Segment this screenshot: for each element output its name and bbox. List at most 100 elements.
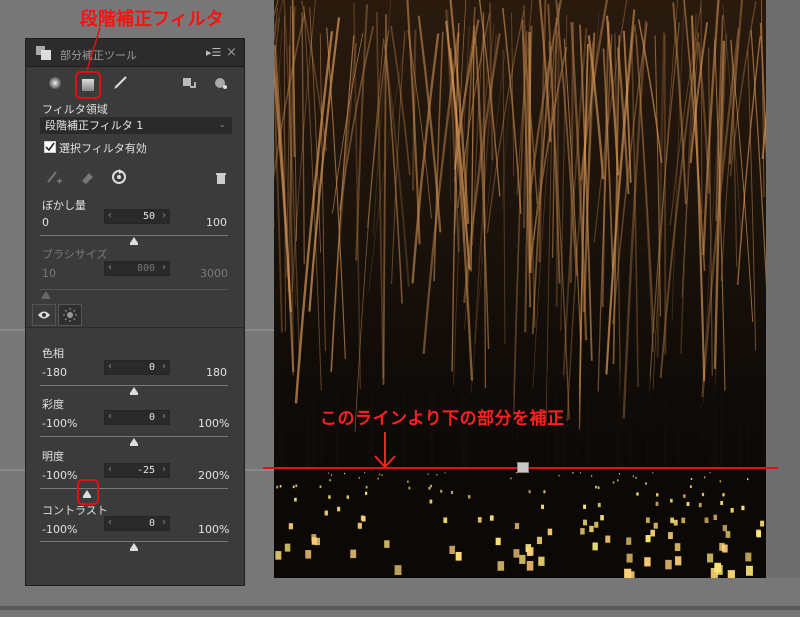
brightness-stepper[interactable]: ‹ -25 › (104, 463, 170, 478)
saturation-slider[interactable] (40, 436, 228, 437)
candle-lantern (730, 508, 734, 513)
candle-lantern (670, 498, 673, 503)
contrast-stepper[interactable]: ‹ 0 › (104, 516, 170, 531)
light-tab-icon[interactable] (58, 304, 82, 326)
reset-icon[interactable] (108, 166, 130, 188)
candle-lantern (645, 482, 647, 485)
firework-streak (375, 11, 385, 379)
contrast-min: -100% (42, 523, 78, 536)
candle-lantern (450, 490, 454, 495)
candle-lantern (528, 490, 531, 494)
trash-icon[interactable] (210, 167, 232, 189)
brush-icon[interactable] (109, 72, 131, 94)
panel-titlebar[interactable]: 部分補正ツール ▸☰ × (26, 39, 244, 67)
brightness-label: 明度 (42, 450, 64, 463)
candle-lantern (279, 484, 282, 488)
candle-lantern (595, 485, 597, 489)
candle-lantern (468, 495, 471, 499)
hue-stepper[interactable]: ‹ 0 › (104, 360, 170, 375)
candle-lantern (288, 523, 293, 530)
undo-icon[interactable] (178, 72, 200, 94)
blur-slider-thumb[interactable] (130, 237, 138, 245)
candle-lantern (583, 504, 587, 509)
saturation-max: 100% (198, 417, 230, 430)
gradient-guide-handle[interactable] (517, 462, 529, 473)
redo-icon[interactable] (210, 72, 232, 94)
candle-lantern (513, 549, 520, 558)
blur-slider[interactable] (40, 235, 228, 236)
photo-canvas[interactable] (274, 0, 766, 578)
candle-lantern (440, 489, 443, 493)
firework-streak (730, 40, 754, 322)
candle-lantern (361, 516, 366, 522)
candle-lantern (594, 521, 599, 528)
hue-slider-thumb[interactable] (130, 387, 138, 395)
candle-lantern (489, 515, 494, 521)
candle-lantern (346, 495, 349, 499)
local-adjustment-panel: 部分補正ツール ▸☰ × フィルタ領域 段階補正フィルタ 1 ⌄ 選択フィルタ有… (25, 38, 245, 586)
candle-lantern (276, 485, 279, 489)
candle-lantern (408, 486, 411, 490)
candle-lantern (319, 485, 322, 488)
hue-slider[interactable] (40, 385, 228, 386)
brightness-max: 200% (198, 469, 230, 482)
brightness-slider[interactable] (40, 488, 228, 489)
saturation-slider-thumb[interactable] (130, 438, 138, 446)
candle-lantern (543, 490, 546, 494)
candle-lantern (727, 570, 735, 578)
candle-lantern (675, 556, 682, 566)
candle-lantern (377, 477, 379, 480)
candle-lantern (350, 549, 357, 559)
candle-lantern (443, 517, 448, 523)
filter-area-select[interactable]: 段階補正フィルタ 1 ⌄ (40, 117, 232, 134)
brush-size-slider-thumb[interactable] (41, 291, 50, 299)
blur-stepper[interactable]: ‹ 50 › (104, 209, 170, 224)
candle-lantern (429, 499, 433, 504)
filter-enable-checkbox[interactable] (44, 141, 56, 153)
firework-streak (700, 0, 703, 215)
panel-menu-icon[interactable]: ▸☰ (206, 46, 221, 59)
candle-lantern (689, 485, 692, 488)
close-icon[interactable]: × (226, 45, 237, 60)
candle-lantern (690, 478, 693, 480)
candle-lantern (714, 562, 721, 573)
candle-lantern (379, 473, 381, 476)
candle-lantern (725, 531, 731, 538)
candle-lantern (538, 556, 545, 566)
candle-lantern (407, 480, 409, 483)
firework-streak (663, 34, 667, 355)
circle-brush-icon[interactable] (44, 72, 66, 94)
firework-streak (433, 31, 444, 282)
candle-lantern (627, 571, 635, 578)
firework-streak (301, 12, 306, 265)
candle-lantern (605, 535, 611, 543)
candle-lantern (656, 493, 659, 497)
brush-size-slider[interactable] (40, 289, 228, 290)
filter-annotation: 段階補正フィルタ (80, 9, 224, 30)
contrast-label: コントラスト (42, 504, 108, 517)
saturation-stepper[interactable]: ‹ 0 › (104, 410, 170, 425)
candle-lantern (645, 535, 651, 543)
candle-lantern (713, 514, 718, 521)
contrast-slider-thumb[interactable] (130, 543, 138, 551)
candle-lantern (704, 517, 709, 524)
candle-lantern (365, 485, 368, 489)
add-brush-icon[interactable] (43, 167, 65, 189)
gradient-filter-highlight (75, 71, 101, 99)
candle-lantern (294, 497, 297, 502)
firework-streak (411, 29, 417, 191)
candle-lantern (430, 484, 432, 488)
brightness-min: -100% (42, 469, 78, 482)
brush-size-stepper[interactable]: ‹ 800 › (104, 261, 170, 276)
candle-lantern (292, 485, 295, 489)
candle-lantern (324, 510, 328, 516)
eraser-icon[interactable] (76, 167, 98, 189)
candle-lantern (357, 522, 362, 529)
candle-lantern (626, 553, 633, 563)
candle-lantern (747, 478, 749, 481)
color-tab-icon[interactable] (32, 304, 56, 326)
brightness-value: -25 (136, 465, 155, 476)
contrast-slider[interactable] (40, 541, 228, 542)
candle-lantern (746, 565, 753, 576)
candle-lantern (580, 528, 585, 535)
